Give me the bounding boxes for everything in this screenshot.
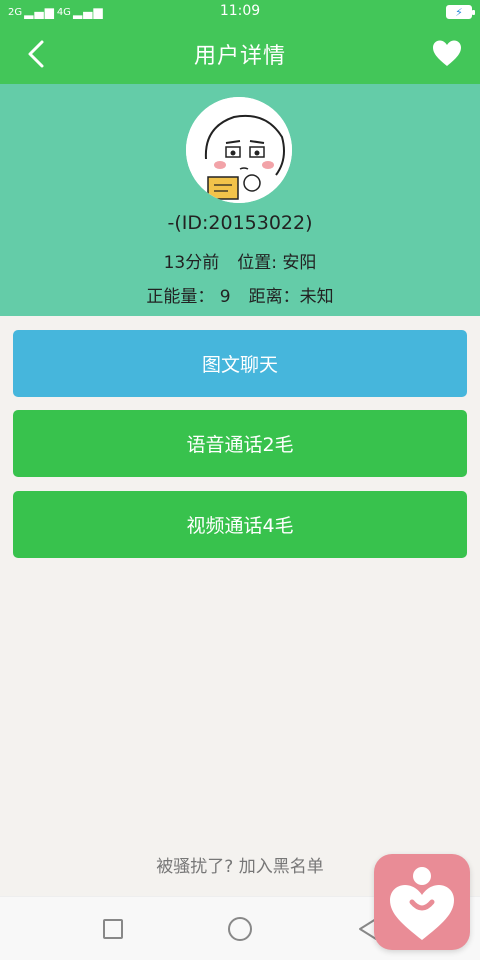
battery-icon: ⚡: [446, 5, 475, 19]
avatar-illustration: [186, 97, 292, 203]
profile-section: -(ID:20153022) 13分前 位置: 安阳 正能量： 9 距离：未知: [0, 84, 480, 316]
last-seen: 13分前: [163, 253, 220, 273]
floating-heart-widget[interactable]: [374, 854, 470, 950]
back-arrow-icon[interactable]: [22, 38, 54, 70]
app-bar: 用户详情: [0, 24, 480, 84]
status-time: 11:09: [219, 3, 261, 19]
recent-apps-icon[interactable]: [103, 919, 123, 939]
status-bar: 2G ▂▄▆ 4G ▂▄▆ 11:09 ⚡: [0, 0, 480, 24]
location: 位置: 安阳: [237, 253, 317, 273]
charging-icon: ⚡: [455, 5, 463, 19]
voice-call-button[interactable]: 语音通话2毛: [13, 410, 467, 477]
video-call-button[interactable]: 视频通话4毛: [13, 491, 467, 558]
distance: 距离：未知: [248, 287, 334, 307]
user-id: -(ID:20153022): [167, 212, 313, 234]
avatar[interactable]: [186, 97, 292, 203]
favorite-heart-icon[interactable]: [432, 39, 462, 67]
page-title: 用户详情: [193, 44, 286, 69]
text-chat-button[interactable]: 图文聊天: [13, 330, 467, 397]
energy-distance-line: 正能量： 9 距离：未知: [0, 282, 480, 307]
heart-person-icon: [390, 867, 454, 940]
home-icon[interactable]: [228, 917, 252, 941]
positive-energy: 正能量： 9: [146, 287, 231, 307]
activity-location-line: 13分前 位置: 安阳: [0, 248, 480, 273]
